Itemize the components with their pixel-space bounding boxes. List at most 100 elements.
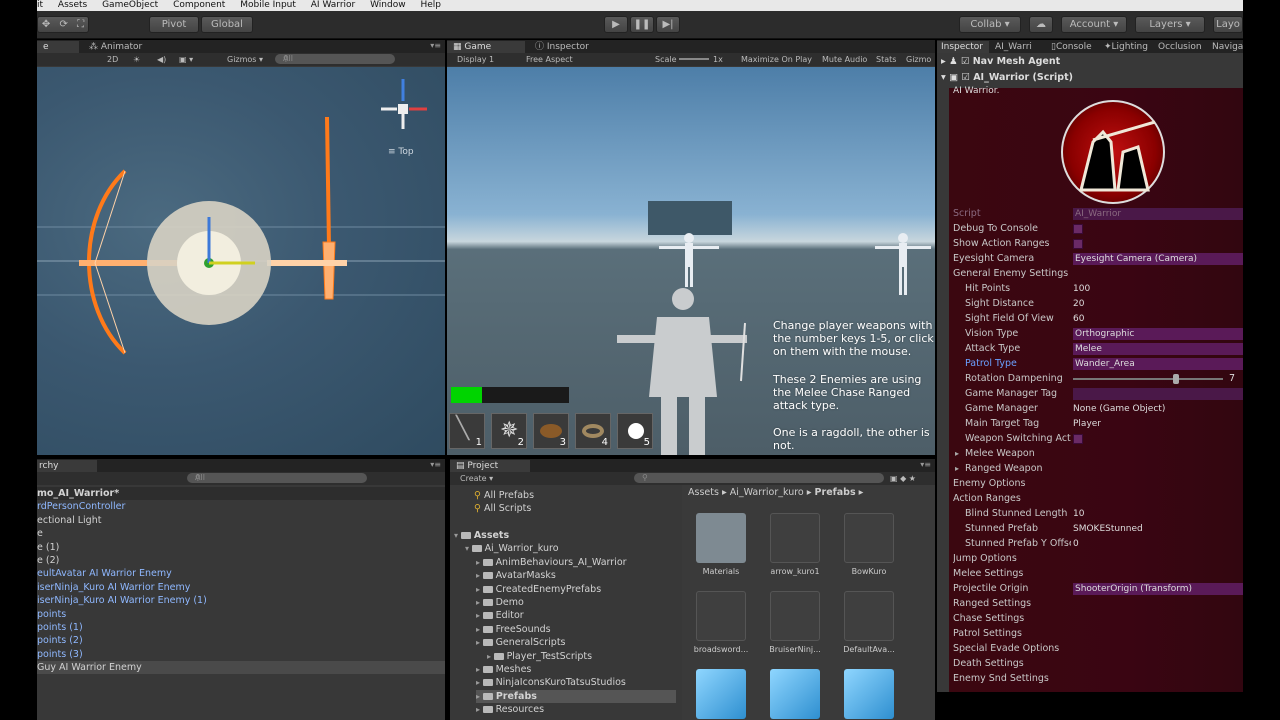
panel-menu-icon[interactable]: ▾≡ (430, 460, 441, 469)
sword-gizmo[interactable] (267, 116, 347, 300)
asset-item[interactable]: arrow_kuro1 (764, 513, 826, 576)
property-row[interactable]: Ranged Settings (949, 596, 1243, 611)
property-row[interactable]: Melee Settings (949, 566, 1243, 581)
asset-item[interactable]: broadsword... (690, 591, 752, 654)
property-value[interactable]: Player (1073, 418, 1243, 430)
tab-hierarchy[interactable]: rchy (37, 460, 97, 472)
tab-inspector[interactable]: Inspector (937, 41, 989, 53)
hierarchy-item[interactable]: points (3) (37, 648, 445, 661)
foldout-arrow-icon[interactable]: ▾ (454, 531, 461, 540)
property-row[interactable]: Enemy Snd Settings (949, 671, 1243, 686)
tab-console[interactable]: ▯Console (1047, 41, 1097, 53)
property-slider[interactable] (1073, 374, 1223, 384)
property-value[interactable]: AI_Warrior (1073, 208, 1243, 220)
weapon-slot-4[interactable]: 4 (575, 413, 611, 449)
audio-icon[interactable]: ◀) (157, 53, 166, 66)
menu-item[interactable]: Window (370, 0, 406, 11)
hierarchy-search-input[interactable]: ⚲ All (187, 473, 367, 483)
folder-item[interactable]: ▸ Prefabs (476, 689, 676, 703)
hierarchy-item[interactable]: rdPersonController (37, 500, 445, 513)
favorite-all-scripts[interactable]: ⚲ All Scripts (474, 502, 531, 515)
project-search-input[interactable]: ⚲ (634, 473, 884, 483)
property-row[interactable]: Show Action Ranges (949, 236, 1243, 251)
stats-toggle[interactable]: Stats (876, 53, 896, 66)
property-value[interactable]: ShooterOrigin (Transform) (1073, 583, 1243, 595)
effects-icon[interactable]: ▣ ▾ (179, 53, 193, 66)
folder-item[interactable]: ▸ GeneralScripts (476, 636, 566, 649)
property-checkbox[interactable] (1073, 434, 1083, 444)
property-row[interactable]: Rotation Dampening 7 (949, 371, 1243, 386)
scale-tool-icon[interactable]: ⛶ (77, 19, 84, 30)
filter-icons[interactable]: ▣ ◆ ★ (890, 472, 916, 485)
favorite-all-prefabs[interactable]: ⚲ All Prefabs (474, 489, 534, 502)
property-row[interactable]: Action Ranges (949, 491, 1243, 506)
property-row[interactable]: General Enemy Settings (949, 266, 1243, 281)
account-button[interactable]: Account ▾ (1061, 16, 1127, 33)
property-row[interactable]: ▸ Ranged Weapon (949, 461, 1243, 476)
tab-lighting[interactable]: ✦Lighting (1100, 41, 1158, 53)
property-row[interactable]: Script AI_Warrior (949, 206, 1243, 221)
foldout-arrow-icon[interactable]: ▸ (955, 461, 959, 476)
hierarchy-item[interactable]: eultAvatar AI Warrior Enemy (37, 567, 445, 580)
property-row[interactable]: Chase Settings (949, 611, 1243, 626)
asset-item[interactable]: Materials (690, 513, 752, 576)
asset-item[interactable]: BruiserNinj... (764, 591, 826, 654)
aspect-select[interactable]: Free Aspect (526, 53, 573, 66)
property-row[interactable]: Eyesight Camera Eyesight Camera (Camera) (949, 251, 1243, 266)
folder-item[interactable]: ▾ Assets (454, 529, 509, 542)
tab-game[interactable]: ▦ Game (447, 41, 525, 53)
view-label[interactable]: ≡ Top (388, 147, 414, 157)
scene-viewport[interactable]: ≡ Top (37, 67, 445, 455)
tab-navigation[interactable]: Naviga (1210, 41, 1243, 53)
tab-scene[interactable]: e (37, 41, 79, 53)
property-row[interactable]: Game Manager None (Game Object) (949, 401, 1243, 416)
move-tool-icon[interactable]: ✥ (42, 19, 50, 30)
foldout-arrow-icon[interactable]: ▾ (465, 544, 472, 553)
property-value[interactable]: 10 (1073, 508, 1243, 520)
property-row[interactable]: Main Target Tag Player (949, 416, 1243, 431)
property-row[interactable]: Sight Distance 20 (949, 296, 1243, 311)
property-value[interactable]: Melee (1073, 343, 1243, 355)
foldout-arrow-icon[interactable]: ▸ (476, 598, 483, 607)
panel-menu-icon[interactable]: ▾≡ (920, 460, 931, 469)
property-value[interactable]: Eyesight Camera (Camera) (1073, 253, 1243, 265)
hierarchy-item[interactable]: points (1) (37, 621, 445, 634)
property-row[interactable]: Jump Options (949, 551, 1243, 566)
asset-item[interactable] (764, 669, 826, 720)
property-value[interactable]: 7 (1229, 371, 1235, 386)
property-row[interactable]: Death Settings (949, 656, 1243, 671)
weapon-slot-1[interactable]: ╲ 1 (449, 413, 485, 449)
hierarchy-item[interactable]: points (2) (37, 634, 445, 647)
property-row[interactable]: Enemy Options (949, 476, 1243, 491)
property-row[interactable]: Special Evade Options (949, 641, 1243, 656)
hierarchy-item[interactable]: e (2) (37, 554, 445, 567)
property-row[interactable]: Patrol Type Wander_Area (949, 356, 1243, 371)
foldout-arrow-icon[interactable]: ▸ (487, 652, 494, 661)
property-value[interactable]: 60 (1073, 313, 1243, 325)
property-row[interactable]: Sight Field Of View 60 (949, 311, 1243, 326)
property-row[interactable]: Debug To Console (949, 221, 1243, 236)
property-value[interactable]: 20 (1073, 298, 1243, 310)
transform-tools[interactable]: ✥ ⟳ ⛶ (37, 16, 89, 33)
tab-occlusion[interactable]: Occlusion (1156, 41, 1210, 53)
hierarchy-item[interactable]: e (1) (37, 541, 445, 554)
breadcrumb-assets[interactable]: Assets (688, 487, 719, 498)
property-row[interactable]: Stunned Prefab Y Offse 0 (949, 536, 1243, 551)
play-button[interactable]: ▶ (604, 16, 628, 33)
property-row[interactable]: Stunned Prefab SMOKEStunned (949, 521, 1243, 536)
property-value[interactable]: Orthographic (1073, 328, 1243, 340)
tab-inspector-secondary[interactable]: ⓘ Inspector (529, 41, 607, 53)
weapon-slot-5[interactable]: 5 (617, 413, 653, 449)
lighting-icon[interactable]: ☀ (133, 53, 140, 66)
mute-audio-toggle[interactable]: Mute Audio (822, 53, 867, 66)
weapon-slot-3[interactable]: 3 (533, 413, 569, 449)
property-row[interactable]: Game Manager Tag (949, 386, 1243, 401)
property-row[interactable]: Blind Stunned Length 10 (949, 506, 1243, 521)
tab-animator[interactable]: ⁂ Animator (83, 41, 153, 53)
breadcrumb-prefabs[interactable]: Prefabs (815, 487, 856, 498)
folder-item[interactable]: ▸ Demo (476, 596, 524, 609)
property-value[interactable]: Wander_Area (1073, 358, 1243, 370)
camera-gizmo[interactable] (147, 201, 271, 325)
foldout-arrow-icon[interactable]: ▸ (476, 625, 483, 634)
slider-knob-icon[interactable] (1173, 374, 1179, 384)
